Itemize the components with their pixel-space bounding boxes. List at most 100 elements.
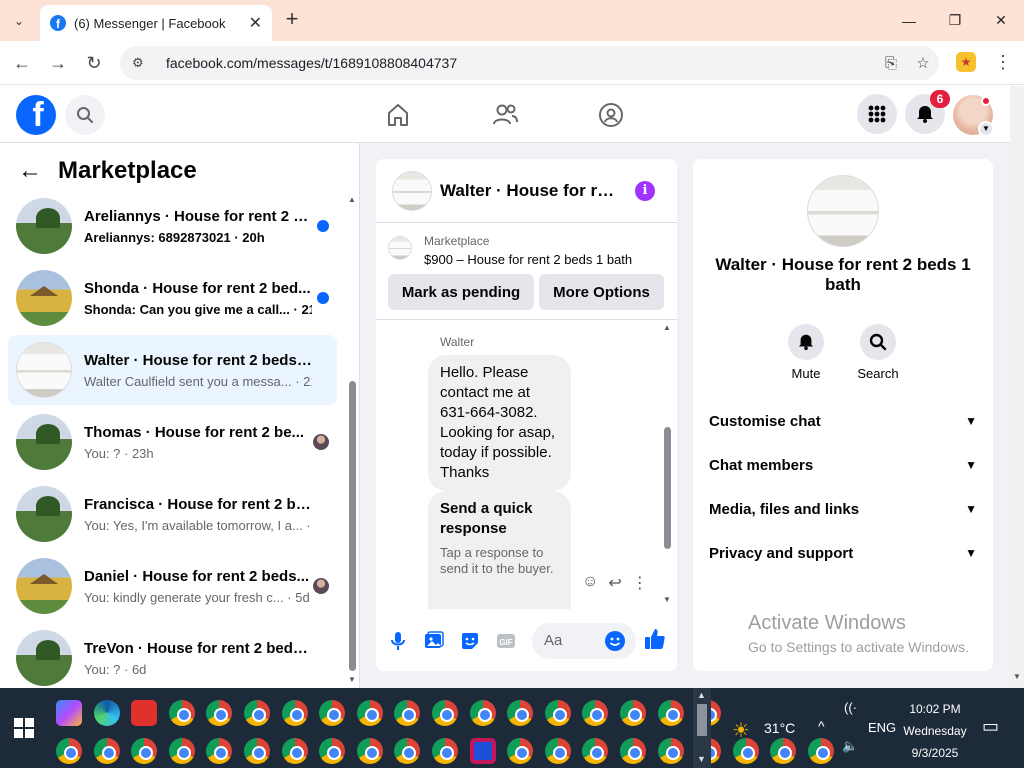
volume-icon[interactable]: 🔈	[842, 738, 858, 754]
browser-menu-icon[interactable]: ⋮	[994, 52, 1012, 72]
chrome-profile-icon[interactable]	[469, 700, 496, 726]
back-icon[interactable]: ←	[10, 51, 34, 75]
conversation-item[interactable]: Areliannys · House for rent 2 b... Arelia…	[8, 191, 337, 261]
new-tab-button[interactable]: +	[280, 8, 304, 32]
chrome-profile-icon[interactable]	[394, 700, 421, 726]
app-icon[interactable]	[469, 738, 496, 764]
bookmark-star-icon[interactable]: ☆	[907, 54, 939, 72]
emoji-icon[interactable]	[605, 631, 625, 651]
mute-bell-icon[interactable]	[788, 324, 824, 360]
chrome-profile-icon[interactable]	[808, 738, 834, 764]
mark-as-pending-button[interactable]: Mark as pending	[388, 274, 534, 310]
thread-scrollbar[interactable]: ▲ ▼	[662, 323, 674, 609]
clock[interactable]: 10:02 PM Wednesday 9/3/2025	[900, 698, 970, 764]
close-window-button[interactable]: ✕	[978, 0, 1024, 41]
chrome-profile-icon[interactable]	[507, 700, 534, 726]
chevron-down-icon[interactable]: ▼	[978, 121, 994, 137]
customise-chat-row[interactable]: Customise chat ▼	[709, 409, 977, 433]
menu-button[interactable]	[857, 94, 897, 134]
back-arrow-icon[interactable]: ←	[18, 157, 42, 185]
scroll-thumb[interactable]	[349, 381, 356, 671]
chrome-profile-icon[interactable]	[281, 738, 308, 764]
home-nav-button[interactable]	[378, 98, 418, 132]
search-action[interactable]: Search	[848, 324, 908, 381]
more-options-button[interactable]: More Options	[539, 274, 664, 310]
chrome-profile-icon[interactable]	[319, 738, 346, 764]
temperature[interactable]: 31°C	[764, 720, 795, 736]
restore-button[interactable]: ❐	[932, 0, 978, 41]
chrome-profile-icon[interactable]	[582, 738, 609, 764]
message-bubble[interactable]: Hello. Please contact me at 631-664-3082…	[428, 355, 571, 491]
chrome-profile-icon[interactable]	[657, 700, 684, 726]
weather-icon[interactable]: ☀	[732, 718, 750, 743]
quick-response-card[interactable]: Send a quick response Tap a response to …	[428, 491, 571, 609]
edge-icon[interactable]	[93, 700, 120, 726]
chrome-profile-icon[interactable]	[620, 738, 646, 764]
chrome-profile-icon[interactable]	[356, 700, 383, 726]
browser-tab-messenger[interactable]: f (6) Messenger | Facebook ✕	[40, 5, 272, 41]
notification-center-icon[interactable]: ▭	[982, 716, 999, 737]
chrome-profile-icon[interactable]	[93, 738, 120, 764]
more-actions-icon[interactable]: ⋮	[632, 573, 648, 593]
chrome-profile-icon[interactable]	[507, 738, 534, 764]
chrome-profile-icon[interactable]	[206, 738, 233, 764]
chrome-profile-icon[interactable]	[168, 700, 195, 726]
reload-icon[interactable]: ↻	[82, 51, 106, 75]
like-button[interactable]	[643, 627, 667, 656]
chrome-profile-icon[interactable]	[394, 738, 421, 764]
scroll-down-icon[interactable]: ▼	[348, 675, 356, 684]
conversation-item[interactable]: Thomas · House for rent 2 be... You: ? · …	[8, 407, 337, 477]
site-settings-icon[interactable]: ⚙	[132, 55, 152, 71]
page-scrollbar[interactable]: ▼	[1010, 86, 1024, 688]
chrome-profile-icon[interactable]	[56, 738, 82, 764]
chrome-profile-icon[interactable]	[244, 700, 270, 726]
conversation-item[interactable]: Shonda · House for rent 2 bed... Shonda: …	[8, 263, 337, 333]
copilot-icon[interactable]	[56, 700, 82, 726]
gif-button[interactable]: GIF	[488, 623, 524, 659]
address-bar[interactable]: ⚙ facebook.com/messages/t/16891088084047…	[120, 46, 939, 80]
chrome-profile-icon[interactable]	[319, 700, 346, 726]
scroll-thumb[interactable]	[664, 427, 671, 549]
bittorrent-icon[interactable]	[131, 700, 158, 726]
chrome-profile-icon[interactable]	[620, 700, 646, 726]
sticker-button[interactable]	[452, 623, 488, 659]
scroll-up-icon[interactable]: ▲	[697, 690, 706, 700]
scroll-thumb[interactable]	[697, 704, 707, 736]
chrome-profile-icon[interactable]	[356, 738, 383, 764]
friends-nav-button[interactable]	[485, 98, 525, 132]
reply-icon[interactable]: ↩	[608, 573, 621, 593]
search-icon[interactable]	[860, 324, 896, 360]
tab-search-button[interactable]: ⌄	[8, 10, 30, 32]
chrome-profile-icon[interactable]	[544, 738, 571, 764]
forward-icon[interactable]: →	[46, 51, 70, 75]
chat-title[interactable]: Walter · House for re...	[440, 181, 620, 201]
chrome-profile-icon[interactable]	[544, 700, 571, 726]
listing-thumbnail[interactable]	[388, 236, 412, 260]
chrome-profile-icon[interactable]	[168, 738, 195, 764]
chrome-profile-icon[interactable]	[244, 738, 270, 764]
chrome-profile-icon[interactable]	[432, 700, 458, 726]
install-app-icon[interactable]: ⎘	[875, 55, 907, 72]
scroll-up-icon[interactable]: ▲	[663, 323, 671, 332]
chrome-profile-icon[interactable]	[432, 738, 458, 764]
voice-clip-button[interactable]	[380, 623, 416, 659]
minimize-button[interactable]: —	[886, 0, 932, 41]
list-scrollbar[interactable]: ▲ ▼	[346, 195, 358, 688]
chat-header[interactable]: Walter · House for re... i	[376, 159, 677, 223]
scroll-down-icon[interactable]: ▼	[1013, 672, 1021, 681]
extension-icon[interactable]: ★	[956, 52, 976, 72]
facebook-search-button[interactable]	[65, 95, 105, 135]
scroll-down-icon[interactable]: ▼	[663, 595, 671, 604]
attach-photo-button[interactable]	[416, 623, 452, 659]
chrome-profile-icon[interactable]	[657, 738, 684, 764]
privacy-support-row[interactable]: Privacy and support ▼	[709, 541, 977, 565]
groups-nav-button[interactable]	[591, 98, 631, 132]
facebook-logo-icon[interactable]: f	[16, 95, 56, 135]
close-tab-icon[interactable]: ✕	[249, 13, 262, 33]
chrome-profile-icon[interactable]	[206, 700, 233, 726]
network-icon[interactable]: ((·	[844, 700, 857, 715]
chat-members-row[interactable]: Chat members ▼	[709, 453, 977, 477]
react-emoji-icon[interactable]: ☺	[582, 573, 598, 593]
scroll-down-icon[interactable]: ▼	[697, 754, 706, 764]
info-icon[interactable]: i	[635, 181, 655, 201]
